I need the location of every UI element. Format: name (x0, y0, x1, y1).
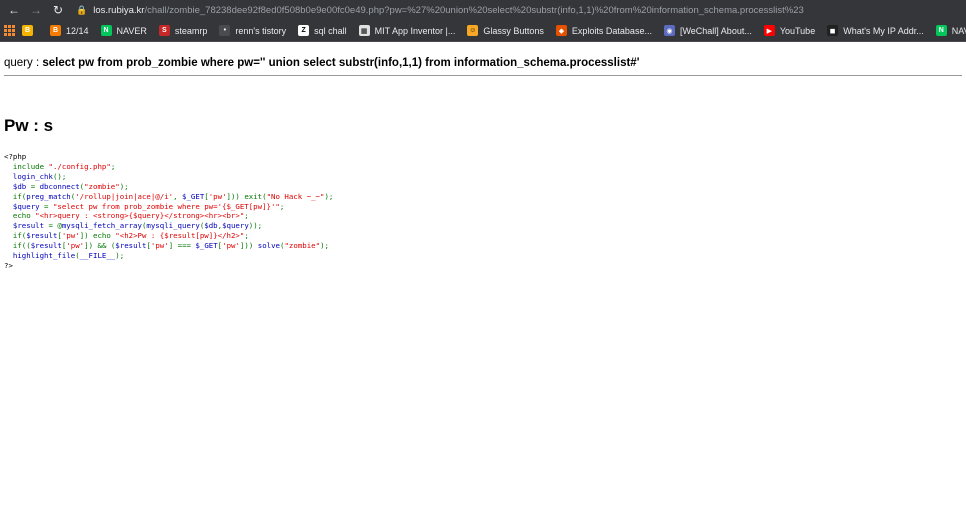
forward-arrow-icon[interactable]: → (28, 2, 44, 18)
bookmark-label: YouTube (779, 25, 816, 36)
bookmark-favicon-icon: Z (298, 25, 310, 36)
bookmark-label: renn's tistory (235, 25, 287, 36)
bookmark-favicon-icon: • (219, 25, 231, 36)
query-line: query : select pw from prob_zombie where… (4, 57, 962, 75)
php-source-code: <?php include "./config.php"; login_chk(… (4, 152, 962, 271)
code-line: ?> (4, 260, 13, 270)
bookmark-item[interactable]: ◼ What's My IP Addr... (827, 25, 924, 36)
address-bar[interactable]: los.rubiya.kr/chall/zombie_78238dee92f8e… (93, 5, 804, 16)
bookmark-label: MIT App Inventor |... (374, 25, 456, 36)
bookmark-list: B B 12/14 N NAVER Ssteamrp • renn's tistory Zsql… (22, 25, 966, 36)
bookmark-favicon-icon: B (22, 25, 33, 36)
bookmark-label: sql chall (314, 25, 347, 36)
bookmark-item[interactable]: B (22, 25, 38, 36)
lock-icon[interactable]: 🔒 (76, 5, 87, 16)
bookmark-favicon-icon: ▦ (358, 25, 370, 36)
bookmark-label: steamrp (174, 25, 208, 36)
query-value: select pw from prob_zombie where pw='' u… (42, 57, 640, 69)
code-line: $query = "select pw from prob_zombie whe… (4, 201, 285, 211)
bookmark-favicon-icon: S (158, 25, 170, 36)
bookmark-item[interactable]: B 12/14 (50, 25, 89, 36)
bookmark-favicon-icon: B (50, 25, 61, 36)
bookmark-label: [WeChall] About... (679, 25, 752, 36)
page-content: query : select pw from prob_zombie where… (0, 57, 966, 271)
bookmark-favicon-icon: ◼ (827, 25, 839, 36)
bookmark-label: Glassy Buttons (483, 25, 544, 36)
code-line: $db = dbconnect("zombie"); (4, 181, 129, 191)
back-arrow-icon[interactable]: ← (6, 2, 22, 18)
code-line: <?php (4, 152, 27, 161)
code-line: if(preg_match('/rollup|join|ace|@/i', $_… (12, 191, 334, 201)
bookmark-label: NAVER (951, 25, 966, 36)
code-line: if(($result['pw']) && ($result['pw'] ===… (12, 241, 329, 251)
bookmark-label: NAVER (116, 25, 147, 36)
bookmark-favicon-icon: N (100, 25, 112, 36)
bookmark-item[interactable]: N NAVER (100, 25, 147, 36)
bookmark-favicon-icon: ▶ (763, 25, 775, 36)
bookmark-item[interactable]: Zsql chall (298, 25, 347, 36)
bookmark-item[interactable]: ◉ [WeChall] About... (663, 25, 752, 36)
code-line: login_chk(); (4, 171, 67, 181)
query-label: query : (4, 57, 43, 69)
bookmark-item[interactable]: N NAVER (935, 25, 966, 36)
reload-icon[interactable]: ↻ (50, 2, 66, 18)
bookmark-item[interactable]: • renn's tistory (219, 25, 286, 36)
browser-toolbar: ← → ↻ 🔒 los.rubiya.kr/chall/zombie_78238… (0, 0, 966, 20)
apps-grid-icon[interactable] (4, 25, 15, 36)
bookmark-favicon-icon: N (935, 25, 947, 36)
bookmarks-bar: B B 12/14 N NAVER Ssteamrp • renn's tistory Zsql… (0, 20, 966, 42)
bookmark-favicon-icon: ☺ (467, 25, 479, 36)
code-line: $result = @mysqli_fetch_array(mysqli_que… (4, 221, 263, 231)
url-host: los.rubiya.kr (93, 4, 145, 16)
bookmark-item[interactable]: ▦ MIT App Inventor |... (358, 25, 456, 36)
bookmark-item[interactable]: ▶ YouTube (763, 25, 816, 36)
result-heading: Pw : s (4, 116, 54, 135)
bookmark-label: Exploits Database... (571, 25, 652, 36)
divider (4, 75, 962, 76)
bookmark-label: 12/14 (66, 25, 89, 36)
bookmark-favicon-icon: ◆ (555, 25, 567, 36)
url-path: /chall/zombie_78238dee92f8ed0f508b0e9e00… (144, 4, 804, 16)
bookmark-label: What's My IP Addr... (843, 25, 924, 36)
code-line: if($result['pw']) echo "<h2>Pw : {$resul… (12, 231, 249, 241)
code-line: include "./config.php"; (12, 161, 116, 171)
bookmark-item[interactable]: ◆ Exploits Database... (555, 25, 652, 36)
bookmark-item[interactable]: ☺ Glassy Buttons (467, 25, 544, 36)
code-line: echo "<hr>query : <strong>{$query}</stro… (12, 211, 249, 221)
code-line: highlight_file(__FILE__); (4, 251, 125, 261)
bookmark-item[interactable]: Ssteamrp (158, 25, 208, 36)
bookmark-favicon-icon: ◉ (663, 25, 675, 36)
